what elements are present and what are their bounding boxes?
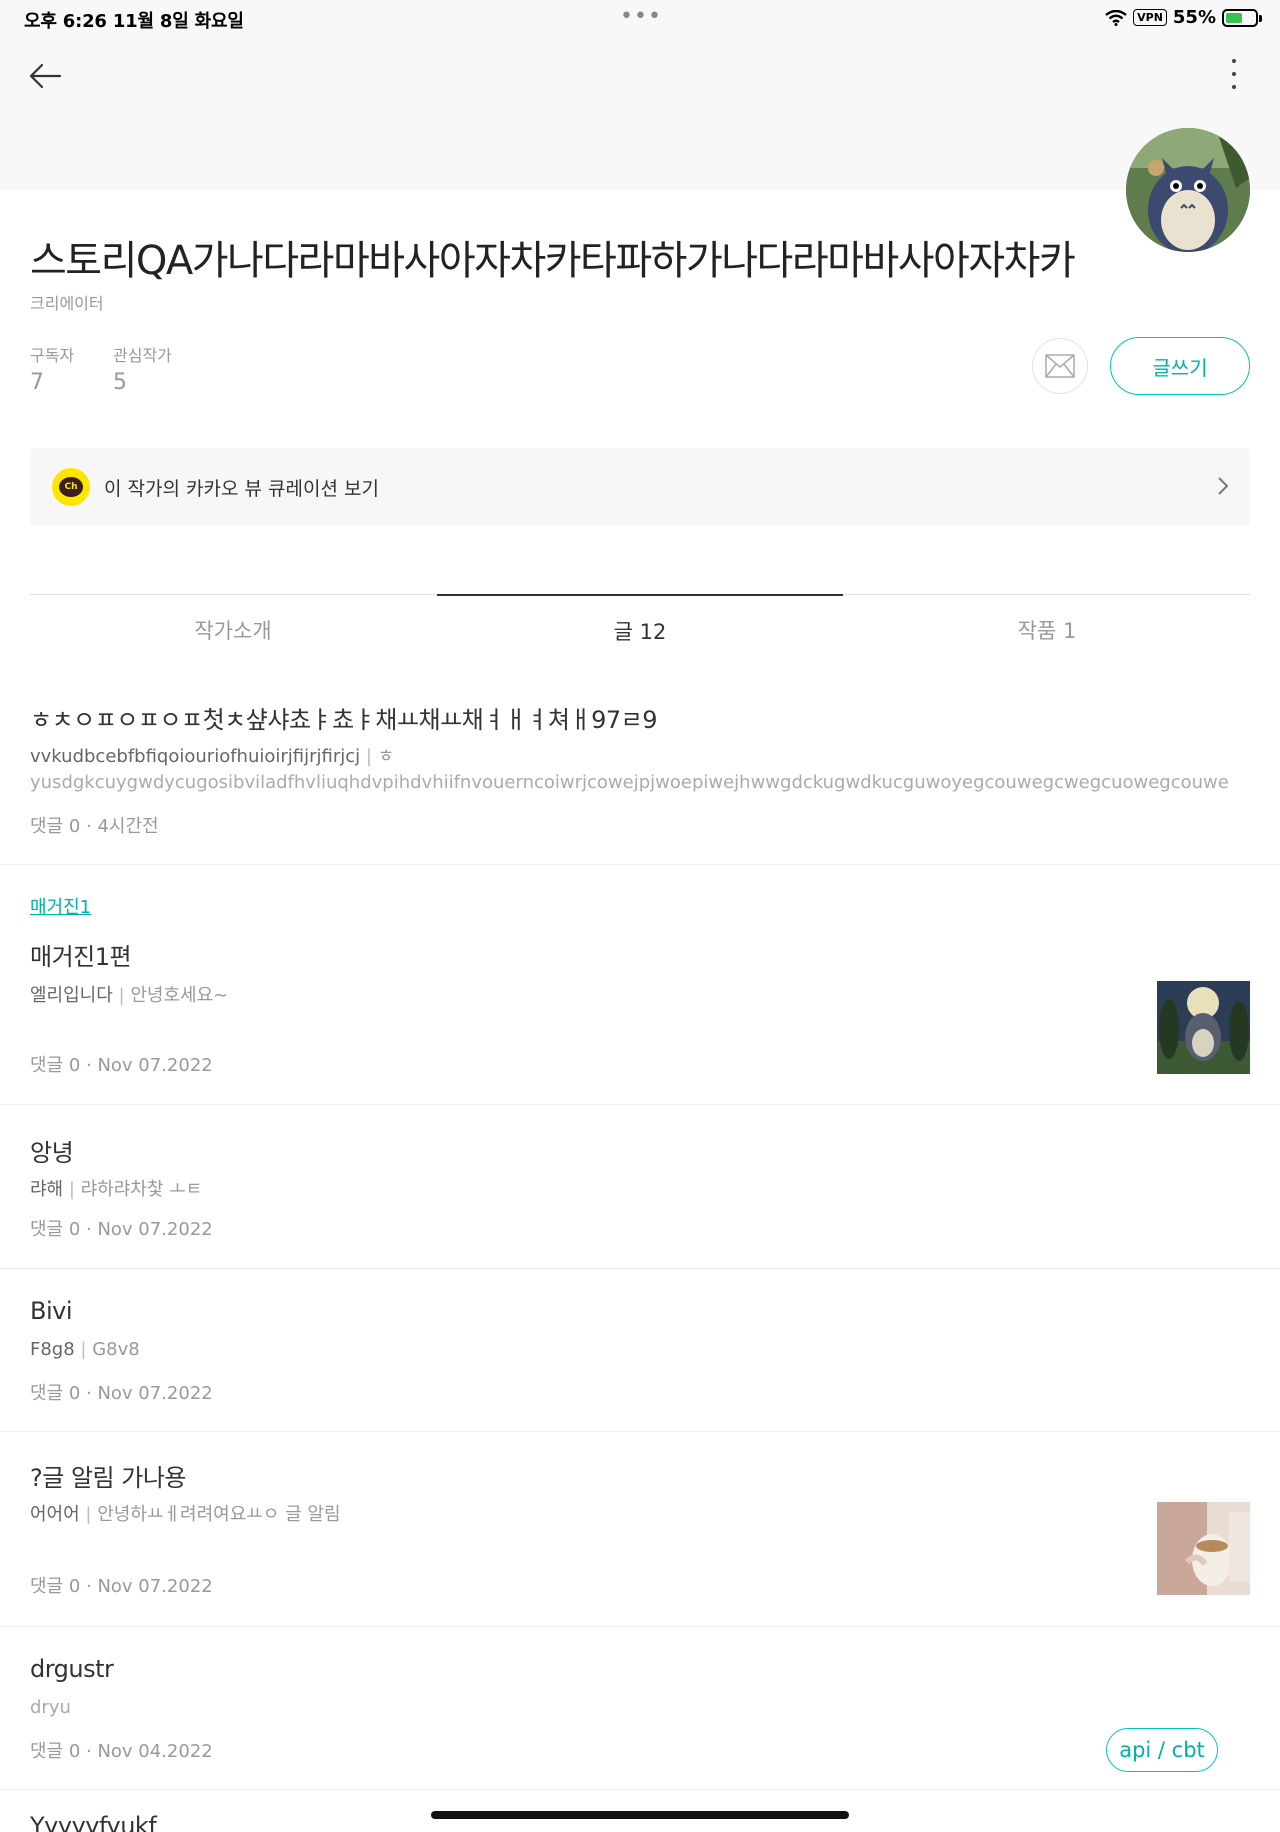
post-title: ?글 알림 가나용 [30,1464,186,1492]
post-excerpt: F8g8 | G8v8 [30,1339,140,1360]
avatar-image [1126,128,1250,252]
kakao-curation-label: 이 작가의 카카오 뷰 큐레이션 보기 [104,478,379,500]
list-item[interactable]: Bivi F8g8 | G8v8 댓글 0 · Nov 07.2022 [0,1269,1280,1432]
post-title: Bivi [30,1297,73,1325]
post-thumbnail [1157,981,1250,1074]
tab-author-intro[interactable]: 작가소개 [30,595,436,665]
battery-icon [1222,8,1262,27]
write-button[interactable]: 글쓰기 [1110,337,1250,395]
post-subtitle: 어어어 [30,1504,80,1525]
list-item[interactable]: drgustr dryu 댓글 0 · Nov 04.2022 api / cb… [0,1627,1280,1790]
post-title: Yyyyyfyukf [30,1812,157,1832]
back-arrow-icon[interactable] [28,58,64,94]
following-label: 관심작가 [113,346,172,365]
creator-role: 크리에이터 [30,294,104,313]
chevron-right-icon [1218,477,1229,495]
post-description: G8v8 [92,1339,140,1360]
post-subtitle: 랴해 [30,1179,64,1200]
post-description: 안녕호세요~ [130,985,229,1006]
post-meta: 댓글 0 · Nov 07.2022 [30,1219,213,1240]
post-meta: 댓글 0 · Nov 04.2022 [30,1741,213,1762]
post-excerpt: 엘리입니다 | 안녕호세요~ [30,985,229,1006]
message-button[interactable] [1032,338,1088,394]
post-subtitle: 엘리입니다 [30,985,113,1006]
more-options-icon[interactable] [1228,56,1240,92]
post-description: 안녕하ㅛㅔ려려여요ㅛㅇ 글 알림 [97,1504,341,1525]
keyword-tag[interactable]: api / cbt [1106,1728,1218,1772]
following-stat[interactable]: 관심작가 5 [113,342,172,395]
kakao-channel-icon: Ch [52,468,90,506]
kakao-channel-badge: Ch [59,477,83,497]
post-meta: 댓글 0 · 4시간전 [30,816,159,837]
post-excerpt: 어어어 | 안녕하ㅛㅔ려려여요ㅛㅇ 글 알림 [30,1504,341,1525]
post-description: dryu [30,1697,71,1718]
tab-works[interactable]: 작품 1 [844,595,1250,665]
home-indicator[interactable] [431,1811,849,1819]
post-description-continued: yusdgkcuygwdycugosibviladfhvliuqhdvpihdv… [30,772,1229,793]
subscribers-stat[interactable]: 구독자 7 [30,342,74,395]
multitask-dots-icon[interactable]: ••• [620,4,662,29]
post-title: 매거진1편 [30,943,132,971]
post-meta: 댓글 0 · Nov 07.2022 [30,1055,213,1076]
tab-posts[interactable]: 글 12 [437,594,843,664]
profile-header-background [0,36,1280,190]
vpn-badge: VPN [1133,9,1167,26]
list-item[interactable]: ㅎㅊㅇㅍㅇㅍㅇㅍ첫ㅊ샾샤쵸ㅑ쵸ㅑ채ㅛ채ㅛ채ㅕㅐㅕ쳐ㅐ97ㄹ9 vvkudbceb… [0,664,1280,865]
post-thumbnail [1157,1502,1250,1595]
profile-tabs: 작가소개 글 12 작품 1 [30,594,1250,664]
kakao-curation-link[interactable]: Ch 이 작가의 카카오 뷰 큐레이션 보기 [30,448,1250,525]
status-right: VPN 55% [1105,7,1262,28]
post-excerpt: vvkudbcebfbfiqoiouriofhuioirjfijrjfirjcj… [30,746,395,767]
list-item[interactable]: 매거진1 매거진1편 엘리입니다 | 안녕호세요~ 댓글 0 · Nov 07.… [0,865,1280,1105]
post-meta: 댓글 0 · Nov 07.2022 [30,1576,213,1597]
wifi-icon [1105,9,1127,26]
post-subtitle: F8g8 [30,1339,75,1360]
list-item[interactable]: 앙녕 랴해 | 랴하랴차찿 ㅗㅌ 댓글 0 · Nov 07.2022 [0,1105,1280,1269]
subscribers-label: 구독자 [30,346,75,365]
post-title: 앙녕 [30,1139,74,1167]
envelope-icon [1045,354,1075,378]
status-time: 오후 6:26 11월 8일 화요일 [24,11,244,32]
post-title: drgustr [30,1655,114,1683]
post-description: ㅎ [377,746,395,767]
avatar[interactable] [1126,128,1250,252]
following-count: 5 [113,370,127,395]
post-title: ㅎㅊㅇㅍㅇㅍㅇㅍ첫ㅊ샾샤쵸ㅑ쵸ㅑ채ㅛ채ㅛ채ㅕㅐㅕ쳐ㅐ97ㄹ9 [30,706,657,734]
post-meta: 댓글 0 · Nov 07.2022 [30,1383,213,1404]
post-subtitle: vvkudbcebfbfiqoiouriofhuioirjfijrjfirjcj [30,746,361,767]
subscribers-count: 7 [30,370,44,395]
status-bar: 오후 6:26 11월 8일 화요일 ••• VPN 55% [0,0,1280,36]
list-item[interactable]: ?글 알림 가나용 어어어 | 안녕하ㅛㅔ려려여요ㅛㅇ 글 알림 댓글 0 · … [0,1432,1280,1627]
battery-percent: 55% [1172,7,1216,28]
page-title: 스토리QA가나다라마바사아자차카타파하가나다라마바사아자차카 [30,238,1076,284]
magazine-link[interactable]: 매거진1 [30,893,91,919]
post-description: 랴하랴차찿 ㅗㅌ [80,1179,203,1200]
post-excerpt: 랴해 | 랴하랴차찿 ㅗㅌ [30,1179,203,1200]
